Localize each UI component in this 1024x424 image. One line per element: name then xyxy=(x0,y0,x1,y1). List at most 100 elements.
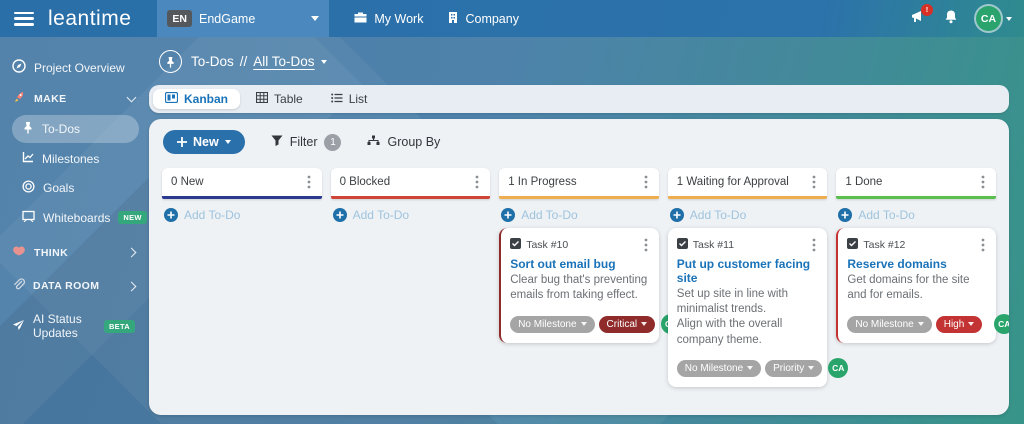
kanban-icon xyxy=(164,91,179,106)
add-todo-button[interactable]: Add To-Do xyxy=(669,208,826,222)
task-card[interactable]: Task #12 Reserve domains Get domains for… xyxy=(836,228,1009,344)
circle-plus-icon xyxy=(332,208,347,222)
column-menu-icon[interactable] xyxy=(810,174,818,190)
task-title[interactable]: Sort out email bug xyxy=(510,257,650,271)
sidebar-item-ai-status[interactable]: AI Status Updates BETA xyxy=(0,306,147,346)
nav-company-label: Company xyxy=(465,11,519,26)
sidebar-section-label: DATA ROOM xyxy=(33,280,100,292)
chevron-down-icon xyxy=(747,366,754,370)
alert-count-badge: ! xyxy=(921,3,933,16)
sidebar-item-label: Goals xyxy=(43,181,75,195)
plus-icon xyxy=(177,137,187,147)
circle-plus-icon xyxy=(669,208,684,222)
priority-pill[interactable]: Priority xyxy=(765,359,823,377)
column-menu-icon[interactable] xyxy=(473,174,481,190)
paper-plane-icon xyxy=(12,319,25,334)
circle-plus-icon xyxy=(164,208,178,222)
announcements-button[interactable]: ! xyxy=(910,3,933,29)
assignee-avatar[interactable]: CA xyxy=(994,314,1009,335)
add-todo-label: Add To-Do xyxy=(858,208,915,222)
project-name: EndGame xyxy=(198,11,256,26)
chevron-right-icon xyxy=(126,247,137,258)
column-menu-icon[interactable] xyxy=(979,174,987,190)
priority-pill[interactable]: Critical xyxy=(598,315,656,333)
list-icon xyxy=(330,92,343,106)
card-menu-icon[interactable] xyxy=(810,237,818,253)
user-menu[interactable]: CA xyxy=(976,6,1012,31)
group-by-button[interactable]: Group By xyxy=(367,135,440,149)
checkbox-icon[interactable] xyxy=(847,236,859,254)
task-title[interactable]: Put up customer facing site xyxy=(677,257,819,285)
breadcrumb-current[interactable]: All To-Dos xyxy=(253,54,314,69)
board-toolbar: New Filter 1 Group By xyxy=(149,119,1009,160)
chevron-down-icon xyxy=(968,322,975,327)
card-menu-icon[interactable] xyxy=(642,237,650,253)
pin-icon xyxy=(22,121,34,137)
project-code-badge: EN xyxy=(167,10,192,27)
column-menu-icon[interactable] xyxy=(305,174,313,190)
chevron-down-icon[interactable] xyxy=(320,59,327,64)
circle-plus-icon xyxy=(501,208,516,222)
sidebar-item-todos[interactable]: To-Dos xyxy=(12,115,139,143)
nav-company[interactable]: Company xyxy=(447,11,519,27)
add-todo-button[interactable]: Add To-Do xyxy=(838,208,994,222)
milestone-pill[interactable]: No Milestone xyxy=(847,315,932,333)
column-title: 0 Blocked xyxy=(339,176,391,188)
tab-kanban[interactable]: Kanban xyxy=(153,89,241,109)
sidebar-item-milestones[interactable]: Milestones xyxy=(12,145,139,172)
sidebar-item-label: To-Dos xyxy=(42,122,81,136)
add-todo-label: Add To-Do xyxy=(521,208,578,222)
kanban-column-waiting: 1 Waiting for Approval Add To-Do Task #1… xyxy=(667,168,849,403)
sidebar-section-dataroom[interactable]: DATA ROOM xyxy=(0,272,147,300)
task-description: Clear bug that's preventing emails from … xyxy=(510,274,648,302)
nav-my-work[interactable]: My Work xyxy=(353,11,423,27)
sidebar-item-label: Whiteboards xyxy=(43,210,111,225)
sidebar-item-whiteboards[interactable]: Whiteboards NEW xyxy=(12,204,147,231)
task-card[interactable]: Task #10 Sort out email bug Clear bug th… xyxy=(499,228,682,344)
avatar: CA xyxy=(976,6,1001,31)
kanban-column-new: 0 New Add To-Do xyxy=(162,168,322,403)
group-by-icon xyxy=(367,135,380,149)
chevron-down-icon xyxy=(126,92,137,102)
breadcrumb-section: To-Dos xyxy=(191,54,234,69)
add-todo-button[interactable]: Add To-Do xyxy=(501,208,657,222)
filter-button[interactable]: Filter 1 xyxy=(271,133,342,151)
tab-list[interactable]: List xyxy=(319,89,380,109)
column-menu-icon[interactable] xyxy=(642,174,650,190)
menu-toggle-icon[interactable] xyxy=(14,11,34,26)
card-menu-icon[interactable] xyxy=(979,237,987,253)
column-header: 0 Blocked xyxy=(330,168,491,199)
checkbox-icon[interactable] xyxy=(510,236,522,254)
checkbox-icon[interactable] xyxy=(676,236,688,254)
board-panel: New Filter 1 Group By 0 New Add To-Do 0 … xyxy=(149,119,1009,415)
task-title[interactable]: Reserve domains xyxy=(847,257,987,271)
sidebar-item-project-overview[interactable]: Project Overview xyxy=(0,53,147,82)
building-icon xyxy=(447,11,459,27)
tab-label: List xyxy=(348,92,368,106)
chevron-down-icon xyxy=(1006,16,1012,21)
sidebar: Project Overview MAKE To-Dos Milestones xyxy=(0,37,147,424)
add-todo-button[interactable]: Add To-Do xyxy=(332,208,489,222)
milestone-pill[interactable]: No Milestone xyxy=(510,315,595,333)
sidebar-section-think[interactable]: THINK xyxy=(0,239,147,266)
new-button[interactable]: New xyxy=(163,130,245,154)
milestone-pill[interactable]: No Milestone xyxy=(676,359,762,377)
task-card[interactable]: Task #11 Put up customer facing site Set… xyxy=(667,228,849,387)
top-navbar: leantime EN EndGame My Work Company ! CA xyxy=(0,0,1024,37)
priority-pill[interactable]: High xyxy=(935,315,983,333)
tab-table[interactable]: Table xyxy=(244,89,315,109)
chevron-down-icon xyxy=(917,322,924,327)
filter-count-badge: 1 xyxy=(324,133,342,151)
chart-icon xyxy=(22,151,34,166)
compass-icon xyxy=(12,59,26,76)
add-todo-button[interactable]: Add To-Do xyxy=(164,208,320,222)
sidebar-item-label: Milestones xyxy=(42,151,100,166)
sidebar-item-goals[interactable]: Goals xyxy=(12,174,139,202)
chevron-down-icon xyxy=(224,140,231,144)
sidebar-section-make[interactable]: MAKE xyxy=(0,84,147,113)
kanban-board: 0 New Add To-Do 0 Blocked Add To-Do 1 In… xyxy=(149,160,1009,415)
app-logo: leantime xyxy=(48,6,132,30)
project-selector[interactable]: EN EndGame xyxy=(157,0,330,37)
notifications-button[interactable] xyxy=(944,9,958,29)
kanban-column-in-progress: 1 In Progress Add To-Do Task #10 Sort ou… xyxy=(499,168,682,403)
